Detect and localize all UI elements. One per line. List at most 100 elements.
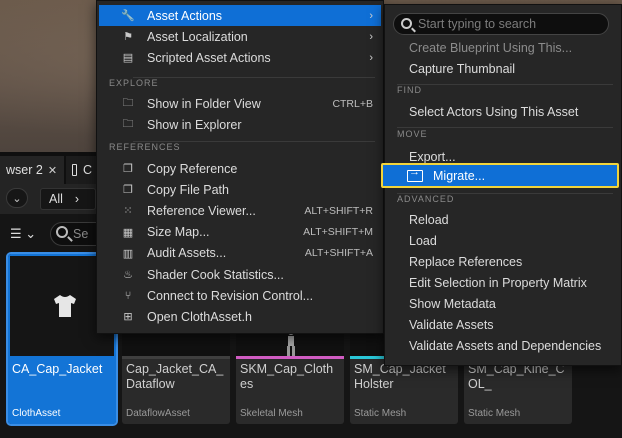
shortcut-label: ALT+SHIFT+M (303, 226, 373, 239)
section-find: FIND (397, 85, 422, 95)
revision-control-icon: ⑂ (124, 289, 132, 302)
menu-item-show-in-explorer[interactable]: 🗀 Show in Explorer (99, 114, 381, 135)
menu-item-copy-reference[interactable]: ❐ Copy Reference (99, 158, 381, 179)
menu-item-asset-actions[interactable]: 🔧 Asset Actions › (99, 5, 381, 26)
script-icon: ▤ (122, 52, 134, 65)
shortcut-label: CTRL+B (332, 97, 373, 110)
menu-item-migrate[interactable]: Migrate... (381, 163, 619, 188)
asset-type: Static Mesh (468, 408, 521, 419)
section-advanced: ADVANCED (397, 194, 455, 204)
search-icon (401, 18, 412, 29)
submenu-search-placeholder: Start typing to search (418, 17, 537, 31)
history-button[interactable]: ⌄ (6, 188, 28, 208)
menu-item-show-in-folder-view[interactable]: 🗀 Show in Folder View CTRL+B (99, 93, 381, 114)
menu-item-label: Copy Reference (147, 161, 238, 176)
breadcrumb[interactable]: All › (40, 188, 96, 210)
asset-type: Static Mesh (354, 408, 407, 419)
menu-item-shader-cook-statistics[interactable]: ♨ Shader Cook Statistics... (99, 264, 381, 285)
asset-type-bar (236, 356, 344, 359)
search-icon (56, 226, 68, 238)
divider (133, 77, 375, 78)
wrench-icon: 🔧 (121, 10, 135, 22)
menu-item-select-actors[interactable]: Select Actors Using This Asset (409, 105, 578, 119)
chevron-right-icon: › (74, 192, 80, 206)
flag-icon: ⚑ (123, 31, 133, 44)
asset-name: SM_Cap_Kine_COL_ (468, 362, 565, 391)
tab-label: wser 2 (6, 163, 43, 177)
divider (397, 127, 613, 128)
menu-item-label: Shader Cook Statistics... (147, 267, 284, 282)
menu-item-asset-localization[interactable]: ⚑ Asset Localization › (99, 26, 381, 47)
chevron-right-icon: › (369, 9, 373, 22)
menu-item-label: Open ClothAsset.h (147, 309, 252, 324)
breadcrumb-all[interactable]: All (49, 192, 63, 206)
size-map-icon: ▦ (122, 226, 134, 239)
divider (397, 84, 613, 85)
menu-item-show-metadata[interactable]: Show Metadata (409, 297, 496, 311)
filter-button[interactable]: ☰ ⌄ (10, 226, 44, 244)
asset-search-placeholder: Se (73, 227, 89, 241)
menu-item-validate-assets[interactable]: Validate Assets (409, 318, 494, 332)
menu-item-reload[interactable]: Reload (409, 213, 449, 227)
shader-icon: ♨ (123, 269, 133, 281)
menu-item-label: Asset Localization (147, 29, 248, 44)
menu-item-size-map[interactable]: ▦ Size Map... ALT+SHIFT+M (99, 222, 381, 243)
close-icon[interactable]: ✕ (48, 164, 57, 177)
asset-context-menu: 🔧 Asset Actions › ⚑ Asset Localization › ▤ Scri… (96, 0, 384, 334)
tab-content-browser-2[interactable]: wser 2 ✕ (0, 156, 64, 184)
chevron-right-icon: › (369, 51, 373, 64)
tab-secondary[interactable]: C (66, 156, 98, 184)
menu-item-label: Scripted Asset Actions (147, 50, 271, 65)
asset-name: SM_Cap_Jacket Holster (354, 362, 446, 391)
reference-viewer-icon: ⁙ (123, 205, 133, 218)
submenu-search-input[interactable]: Start typing to search (393, 13, 609, 35)
shortcut-label: ALT+SHIFT+A (304, 247, 373, 260)
asset-actions-submenu: Start typing to search Create Blueprint … (381, 4, 622, 366)
section-references: REFERENCES (109, 142, 181, 152)
menu-item-label: Reference Viewer... (147, 203, 256, 218)
audit-icon: ▥ (122, 247, 134, 260)
tab-label: C (82, 163, 92, 177)
menu-item-replace-references[interactable]: Replace References (409, 255, 522, 269)
asset-type: Skeletal Mesh (240, 408, 303, 419)
copy-icon: ❐ (123, 163, 133, 175)
menu-item-label: Show in Folder View (147, 96, 261, 111)
menu-item-export[interactable]: Export... (409, 150, 456, 164)
menu-item-create-blueprint: Create Blueprint Using This... (409, 41, 573, 55)
cloth-asset-icon (54, 295, 76, 317)
menu-item-audit-assets[interactable]: ▥ Audit Assets... ALT+SHIFT+A (99, 243, 381, 264)
cpp-file-icon: ⊞ (123, 311, 133, 324)
filter-icon: ☰ (10, 226, 22, 241)
menu-item-label: Show in Explorer (147, 117, 242, 132)
asset-type: DataflowAsset (126, 408, 190, 419)
menu-item-migrate-label: Migrate... (433, 168, 486, 183)
menu-item-open-clothasset-h[interactable]: ⊞ Open ClothAsset.h (99, 306, 381, 327)
document-icon (72, 164, 77, 176)
chevron-down-icon: ⌄ (25, 226, 37, 241)
folder-search-icon: 🗀 (122, 97, 134, 109)
menu-item-load[interactable]: Load (409, 234, 437, 248)
menu-item-label: Connect to Revision Control... (147, 288, 314, 303)
asset-name: Cap_Jacket_CA_Dataflow (126, 362, 224, 391)
asset-type: ClothAsset (12, 408, 61, 419)
menu-item-connect-to-revision-control[interactable]: ⑂ Connect to Revision Control... (99, 285, 381, 306)
menu-item-label: Asset Actions (147, 8, 223, 23)
chevron-right-icon: › (369, 30, 373, 43)
menu-item-edit-selection-in-property-matrix[interactable]: Edit Selection in Property Matrix (409, 276, 587, 290)
section-explore: EXPLORE (109, 78, 159, 88)
chevron-down-icon: ⌄ (12, 192, 22, 205)
migrate-icon (407, 166, 423, 182)
folder-search-icon: 🗀 (122, 118, 134, 131)
menu-item-label: Copy File Path (147, 182, 229, 197)
asset-type-bar (122, 356, 230, 359)
menu-item-scripted-asset-actions[interactable]: ▤ Scripted Asset Actions › (99, 47, 381, 68)
menu-item-label: Audit Assets... (147, 246, 227, 261)
asset-name: SKM_Cap_Clothes (240, 362, 334, 391)
menu-item-label: Size Map... (147, 225, 210, 240)
shortcut-label: ALT+SHIFT+R (304, 204, 373, 217)
menu-item-validate-assets-and-dependencies[interactable]: Validate Assets and Dependencies (409, 339, 601, 353)
menu-item-copy-file-path[interactable]: ❐ Copy File Path (99, 179, 381, 200)
menu-item-capture-thumbnail[interactable]: Capture Thumbnail (409, 62, 515, 76)
menu-item-reference-viewer[interactable]: ⁙ Reference Viewer... ALT+SHIFT+R (99, 200, 381, 221)
section-move: MOVE (397, 129, 428, 139)
